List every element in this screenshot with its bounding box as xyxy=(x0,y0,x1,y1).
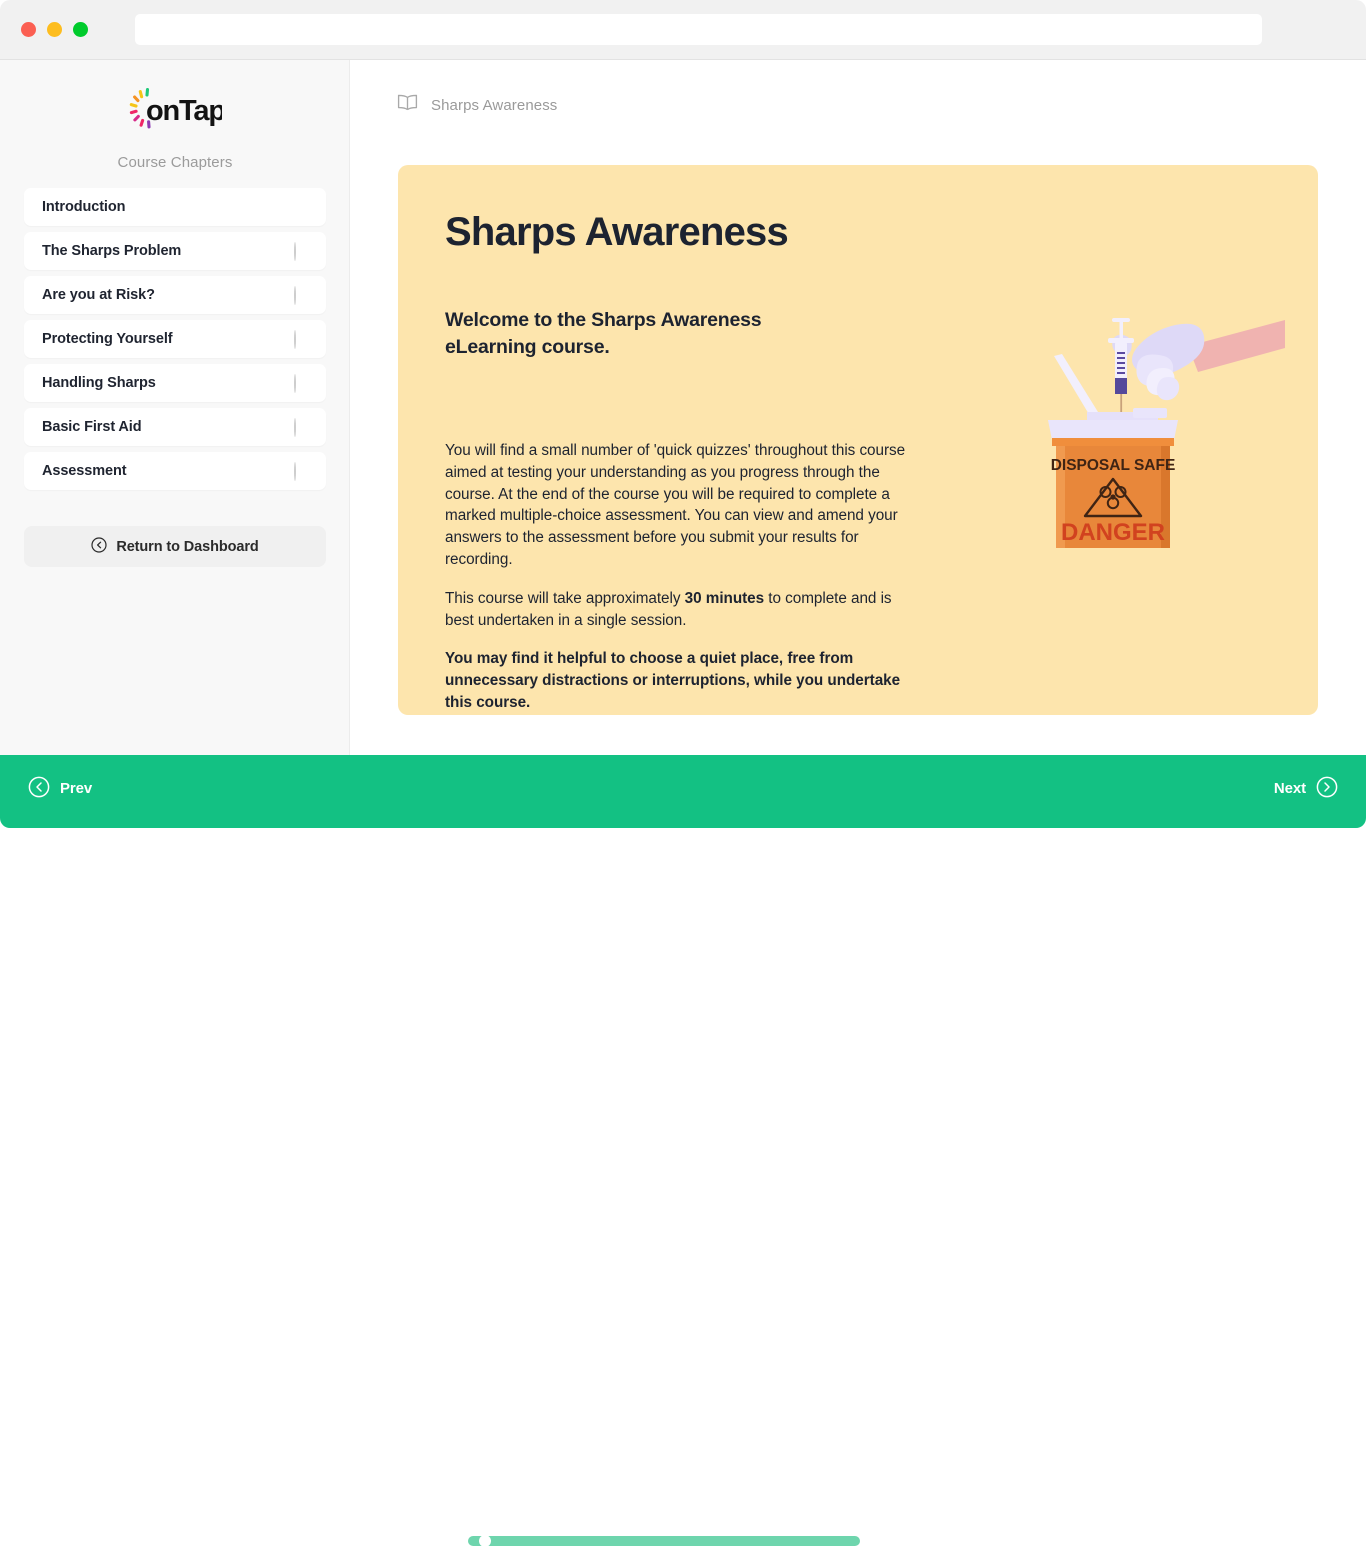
chapter-status xyxy=(294,199,310,215)
window-controls xyxy=(21,22,88,37)
sidebar: onTap Course Chapters Introduction The Sh… xyxy=(0,60,350,755)
chapter-item[interactable]: Protecting Yourself xyxy=(24,320,326,358)
chapter-status-pending-icon xyxy=(294,286,296,305)
chapter-item[interactable]: Are you at Risk? xyxy=(24,276,326,314)
chapter-status-pending-icon xyxy=(294,462,296,481)
lesson-card: Sharps Awareness Welcome to the Sharps A… xyxy=(398,165,1318,715)
sidebar-section-title: Course Chapters xyxy=(0,154,350,171)
lesson-title: Sharps Awareness xyxy=(445,210,788,255)
chapter-status xyxy=(294,287,310,303)
ontap-logo-svg: onTap xyxy=(128,88,222,130)
prev-button[interactable]: Prev xyxy=(28,776,92,801)
chapter-list: Introduction The Sharps Problem Are you at… xyxy=(24,188,326,490)
container-label-disposal-safe: DISPOSAL SAFE xyxy=(1051,457,1176,474)
chapter-label: Assessment xyxy=(42,463,294,479)
sharps-disposal-illustration: DISPOSAL SAFE DANGER xyxy=(1038,300,1288,550)
next-label: Next xyxy=(1274,780,1306,797)
arrow-left-circle-icon xyxy=(28,776,50,801)
chapter-item[interactable]: The Sharps Problem xyxy=(24,232,326,270)
bottom-navigation-bar: Prev 3% Next xyxy=(0,755,1366,828)
progress-area: 3% xyxy=(468,1533,897,1548)
open-book-icon xyxy=(397,94,418,116)
maximize-window-button[interactable] xyxy=(73,22,88,37)
chapter-item[interactable]: Introduction xyxy=(24,188,326,226)
chapter-status xyxy=(294,375,310,391)
chapter-status xyxy=(294,243,310,259)
chapter-status-pending-icon xyxy=(294,418,296,437)
arrow-right-circle-icon xyxy=(1316,776,1338,801)
lesson-paragraph-3: You may find it helpful to choose a quie… xyxy=(445,648,917,713)
ontap-logo[interactable]: onTap xyxy=(0,88,350,130)
lesson-paragraph-1: You will find a small number of 'quick q… xyxy=(445,440,917,571)
chapter-label: The Sharps Problem xyxy=(42,243,294,259)
lesson-subtitle: Welcome to the Sharps Awareness eLearnin… xyxy=(445,307,845,361)
return-to-dashboard-button[interactable]: Return to Dashboard xyxy=(24,526,326,567)
lesson-paragraph-2: This course will take approximately 30 m… xyxy=(445,588,917,632)
container-label-danger: DANGER xyxy=(1061,519,1165,546)
chapter-status xyxy=(294,463,310,479)
browser-chrome xyxy=(0,0,1366,60)
chapter-item[interactable]: Assessment xyxy=(24,452,326,490)
chapter-label: Handling Sharps xyxy=(42,375,294,391)
return-to-dashboard-label: Return to Dashboard xyxy=(116,539,258,555)
paragraph-2-duration: 30 minutes xyxy=(685,590,764,607)
minimize-window-button[interactable] xyxy=(47,22,62,37)
progress-handle[interactable] xyxy=(479,1535,491,1547)
main-content: Sharps Awareness Sharps Awareness Welcom… xyxy=(350,60,1366,755)
chapter-status-pending-icon xyxy=(294,330,296,349)
lesson-body: You will find a small number of 'quick q… xyxy=(445,440,917,714)
chapter-status xyxy=(294,419,310,435)
chapter-label: Introduction xyxy=(42,199,294,215)
breadcrumb[interactable]: Sharps Awareness xyxy=(397,94,557,116)
svg-text:onTap: onTap xyxy=(146,95,222,127)
chapter-label: Protecting Yourself xyxy=(42,331,294,347)
arrow-left-circle-icon xyxy=(91,537,107,556)
chapter-status-pending-icon xyxy=(294,242,296,261)
progress-percent-label: 3% xyxy=(877,1533,897,1548)
prev-label: Prev xyxy=(60,780,92,797)
paragraph-2-pre: This course will take approximately xyxy=(445,590,685,607)
progress-bar[interactable] xyxy=(468,1536,860,1546)
chapter-label: Basic First Aid xyxy=(42,419,294,435)
app-body: onTap Course Chapters Introduction The Sh… xyxy=(0,60,1366,755)
url-input[interactable] xyxy=(135,14,1262,45)
breadcrumb-label: Sharps Awareness xyxy=(431,97,557,114)
chapter-item[interactable]: Basic First Aid xyxy=(24,408,326,446)
close-window-button[interactable] xyxy=(21,22,36,37)
chapter-item[interactable]: Handling Sharps xyxy=(24,364,326,402)
chapter-status xyxy=(294,331,310,347)
next-button[interactable]: Next xyxy=(1274,776,1338,801)
chapter-status-pending-icon xyxy=(294,374,296,393)
chapter-label: Are you at Risk? xyxy=(42,287,294,303)
